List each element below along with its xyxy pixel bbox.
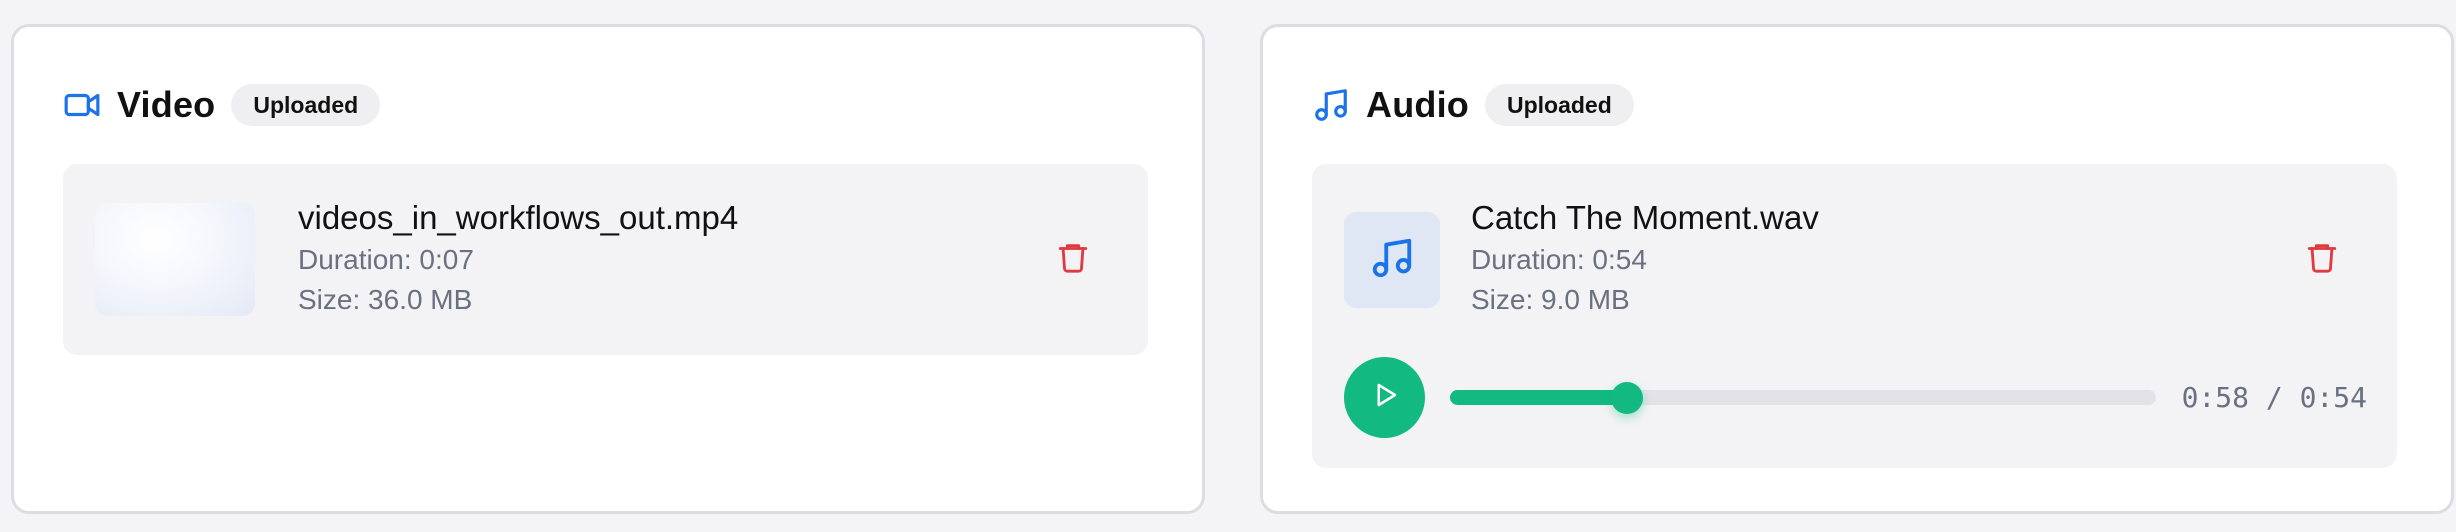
- video-card: Video Uploaded videos_in_workflows_out.m…: [11, 24, 1205, 514]
- video-file-size: Size: 36.0 MB: [298, 284, 473, 315]
- video-card-header: Video Uploaded: [63, 80, 381, 130]
- play-button[interactable]: [1344, 357, 1425, 438]
- video-camera-icon: [63, 86, 101, 124]
- audio-file-item: Catch The Moment.wav Duration: 0:54 Size…: [1312, 164, 2397, 468]
- play-icon: [1370, 380, 1400, 415]
- video-file-item: videos_in_workflows_out.mp4 Duration: 0:…: [63, 164, 1148, 355]
- audio-card-title: Audio: [1366, 84, 1469, 125]
- audio-file-size: Size: 9.0 MB: [1471, 284, 1630, 315]
- audio-card: Audio Uploaded Catch The Moment.wav Dura…: [1260, 24, 2454, 514]
- audio-thumbnail: [1344, 212, 1440, 308]
- video-file-name: videos_in_workflows_out.mp4: [298, 199, 739, 236]
- audio-file-duration: Duration: 0:54: [1471, 244, 1647, 275]
- trash-icon: [1056, 240, 1090, 279]
- video-delete-button[interactable]: [1052, 238, 1094, 280]
- video-card-title: Video: [117, 84, 216, 125]
- audio-file-name: Catch The Moment.wav: [1471, 199, 1819, 236]
- audio-player: 0:58 / 0:54: [1344, 357, 2367, 438]
- audio-status-badge: Uploaded: [1484, 84, 1634, 126]
- progress-handle[interactable]: [1610, 381, 1643, 414]
- time-readout: 0:58 / 0:54: [2181, 381, 2367, 414]
- video-file-info: videos_in_workflows_out.mp4 Duration: 0:…: [298, 196, 738, 320]
- audio-file-info: Catch The Moment.wav Duration: 0:54 Size…: [1471, 196, 1819, 320]
- video-thumbnail: [95, 203, 255, 316]
- audio-delete-button[interactable]: [2301, 238, 2343, 280]
- audio-card-header: Audio Uploaded: [1312, 80, 1634, 130]
- progress-bar[interactable]: [1450, 381, 2156, 414]
- music-note-icon: [1369, 235, 1415, 286]
- video-status-badge: Uploaded: [231, 84, 381, 126]
- trash-icon: [2305, 240, 2339, 279]
- music-note-icon: [1312, 86, 1350, 124]
- video-file-duration: Duration: 0:07: [298, 244, 474, 275]
- progress-fill: [1450, 390, 1627, 405]
